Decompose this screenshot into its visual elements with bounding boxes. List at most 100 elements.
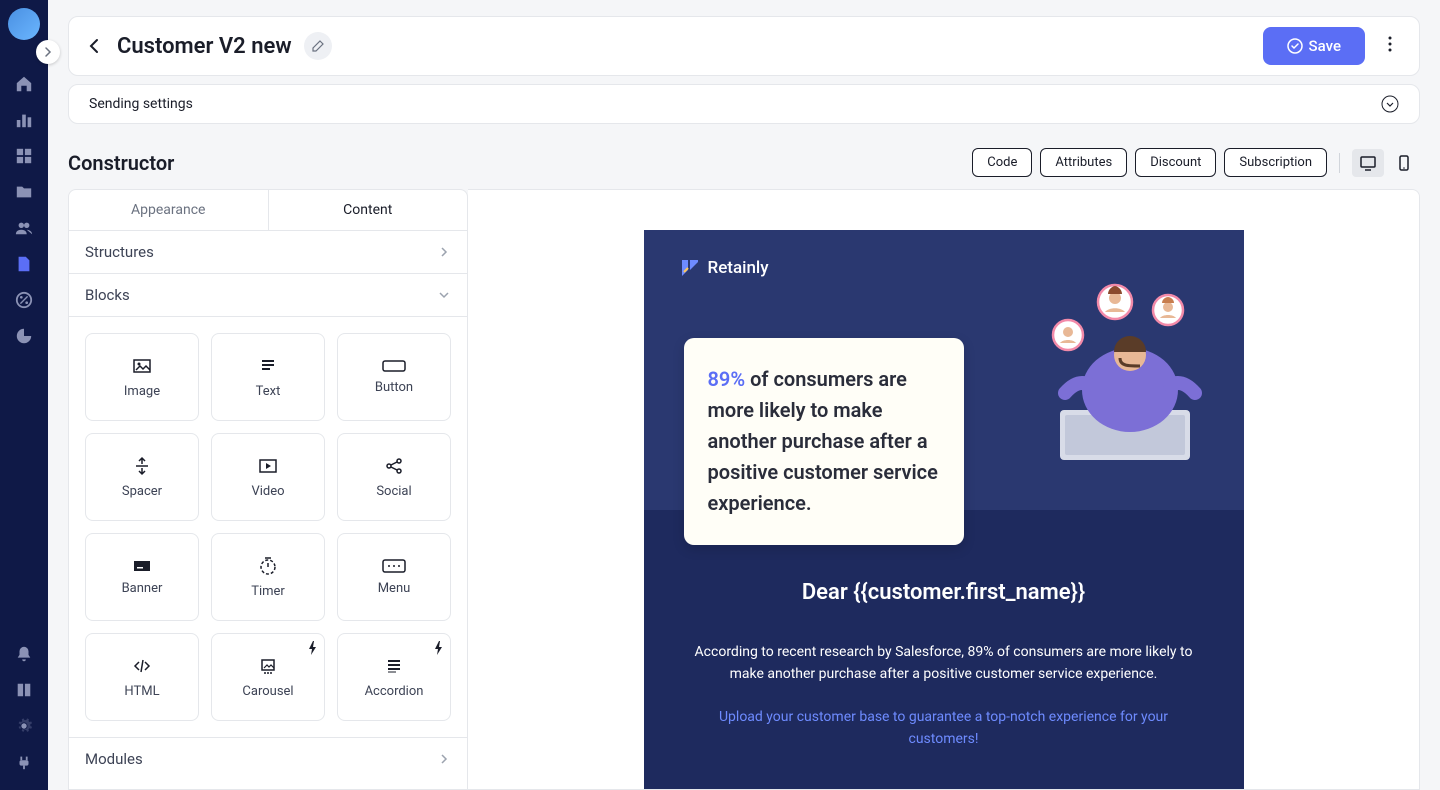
sending-settings-panel[interactable]: Sending settings	[68, 84, 1420, 124]
file-icon	[15, 255, 33, 273]
email-preview[interactable]: Retainly 89% of consumers are more likel…	[644, 230, 1244, 789]
pie-icon	[15, 327, 33, 345]
code-icon	[132, 656, 152, 676]
block-carousel[interactable]: Carousel	[211, 633, 325, 721]
block-label: Image	[124, 384, 160, 399]
block-timer[interactable]: Timer	[211, 533, 325, 621]
sidebar-expand-button[interactable]	[36, 40, 60, 64]
chevron-right-icon	[42, 46, 54, 58]
canvas-area: Retainly 89% of consumers are more likel…	[468, 189, 1420, 790]
email-stat-card: 89% of consumers are more likely to make…	[684, 338, 964, 545]
home-icon	[15, 75, 33, 93]
nav-templates[interactable]	[4, 248, 44, 280]
plug-icon	[15, 753, 33, 771]
block-text[interactable]: Text	[211, 333, 325, 421]
retainly-logo-icon	[680, 258, 700, 278]
block-video[interactable]: Video	[211, 433, 325, 521]
banner-icon	[132, 559, 152, 573]
block-label: Spacer	[122, 484, 162, 499]
chevron-left-icon	[85, 36, 105, 56]
check-circle-icon	[1287, 38, 1303, 54]
sidebar-nav-bottom	[4, 638, 44, 790]
page-header: Customer V2 new Save	[68, 16, 1420, 76]
block-label: Button	[375, 380, 413, 395]
email-logo-text: Retainly	[708, 258, 769, 278]
edit-title-button[interactable]	[304, 32, 332, 60]
amp-badge	[308, 640, 318, 659]
discount-button[interactable]: Discount	[1135, 148, 1216, 177]
block-spacer[interactable]: Spacer	[85, 433, 199, 521]
email-illustration	[1020, 270, 1220, 470]
mobile-icon	[1395, 154, 1413, 172]
chart-bar-icon	[15, 111, 33, 129]
constructor-toolbar: Code Attributes Discount Subscription	[972, 148, 1420, 177]
image-icon	[132, 356, 152, 376]
constructor-header: Constructor Code Attributes Discount Sub…	[68, 148, 1420, 177]
block-label: HTML	[124, 684, 159, 699]
section-structures[interactable]: Structures	[69, 231, 467, 274]
block-label: Carousel	[242, 684, 293, 699]
nav-contacts[interactable]	[4, 212, 44, 244]
section-blocks-label: Blocks	[85, 286, 130, 304]
save-button[interactable]: Save	[1263, 27, 1365, 65]
more-vertical-icon	[1381, 35, 1399, 53]
nav-notifications[interactable]	[4, 638, 44, 670]
sidebar-nav-items	[4, 68, 44, 638]
panel-tabs: Appearance Content	[69, 190, 467, 231]
blocks-grid: Image Text Button Spacer Video	[69, 317, 467, 737]
section-structures-label: Structures	[85, 243, 154, 261]
block-image[interactable]: Image	[85, 333, 199, 421]
book-icon	[15, 681, 33, 699]
email-body: Dear {{customer.first_name}} According t…	[644, 510, 1244, 790]
bolt-icon	[308, 641, 318, 655]
more-menu-button[interactable]	[1377, 31, 1403, 61]
accordion-icon	[384, 656, 404, 676]
block-social[interactable]: Social	[337, 433, 451, 521]
nav-discounts[interactable]	[4, 284, 44, 316]
folder-icon	[15, 183, 33, 201]
email-cta-link[interactable]: Upload your customer base to guarantee a…	[684, 706, 1204, 751]
nav-settings[interactable]	[4, 710, 44, 742]
block-label: Video	[251, 484, 284, 499]
section-blocks[interactable]: Blocks	[69, 274, 467, 317]
nav-analytics[interactable]	[4, 104, 44, 136]
tab-content[interactable]: Content	[269, 190, 468, 230]
block-banner[interactable]: Banner	[85, 533, 199, 621]
email-stat-percent: 89%	[708, 367, 746, 391]
chevron-right-icon	[437, 752, 451, 766]
menu-icon	[382, 559, 406, 573]
block-label: Banner	[122, 581, 163, 596]
video-icon	[258, 456, 278, 476]
save-button-label: Save	[1309, 37, 1341, 55]
code-button[interactable]: Code	[972, 148, 1032, 177]
sidebar-nav	[0, 0, 48, 790]
nav-folders[interactable]	[4, 176, 44, 208]
block-label: Timer	[251, 584, 285, 599]
toolbar-divider	[1339, 153, 1340, 173]
section-modules[interactable]: Modules	[69, 737, 467, 780]
subscription-button[interactable]: Subscription	[1224, 148, 1327, 177]
carousel-icon	[258, 656, 278, 676]
block-accordion[interactable]: Accordion	[337, 633, 451, 721]
nav-home[interactable]	[4, 68, 44, 100]
attributes-button[interactable]: Attributes	[1040, 148, 1127, 177]
device-toggle	[1352, 149, 1420, 177]
nav-reports[interactable]	[4, 320, 44, 352]
nav-integrations[interactable]	[4, 746, 44, 778]
section-modules-label: Modules	[85, 750, 143, 768]
desktop-view-button[interactable]	[1352, 149, 1384, 177]
block-menu[interactable]: Menu	[337, 533, 451, 621]
tab-appearance[interactable]: Appearance	[69, 190, 269, 230]
nav-docs[interactable]	[4, 674, 44, 706]
gear-icon	[15, 717, 33, 735]
mobile-view-button[interactable]	[1388, 149, 1420, 177]
bolt-icon	[434, 641, 444, 655]
block-button[interactable]: Button	[337, 333, 451, 421]
back-button[interactable]	[85, 36, 105, 56]
block-label: Accordion	[365, 684, 424, 699]
sending-settings-label: Sending settings	[89, 96, 193, 112]
nav-apps[interactable]	[4, 140, 44, 172]
block-html[interactable]: HTML	[85, 633, 199, 721]
left-panel: Appearance Content Structures Blocks Ima…	[68, 189, 468, 790]
block-label: Text	[256, 384, 281, 399]
